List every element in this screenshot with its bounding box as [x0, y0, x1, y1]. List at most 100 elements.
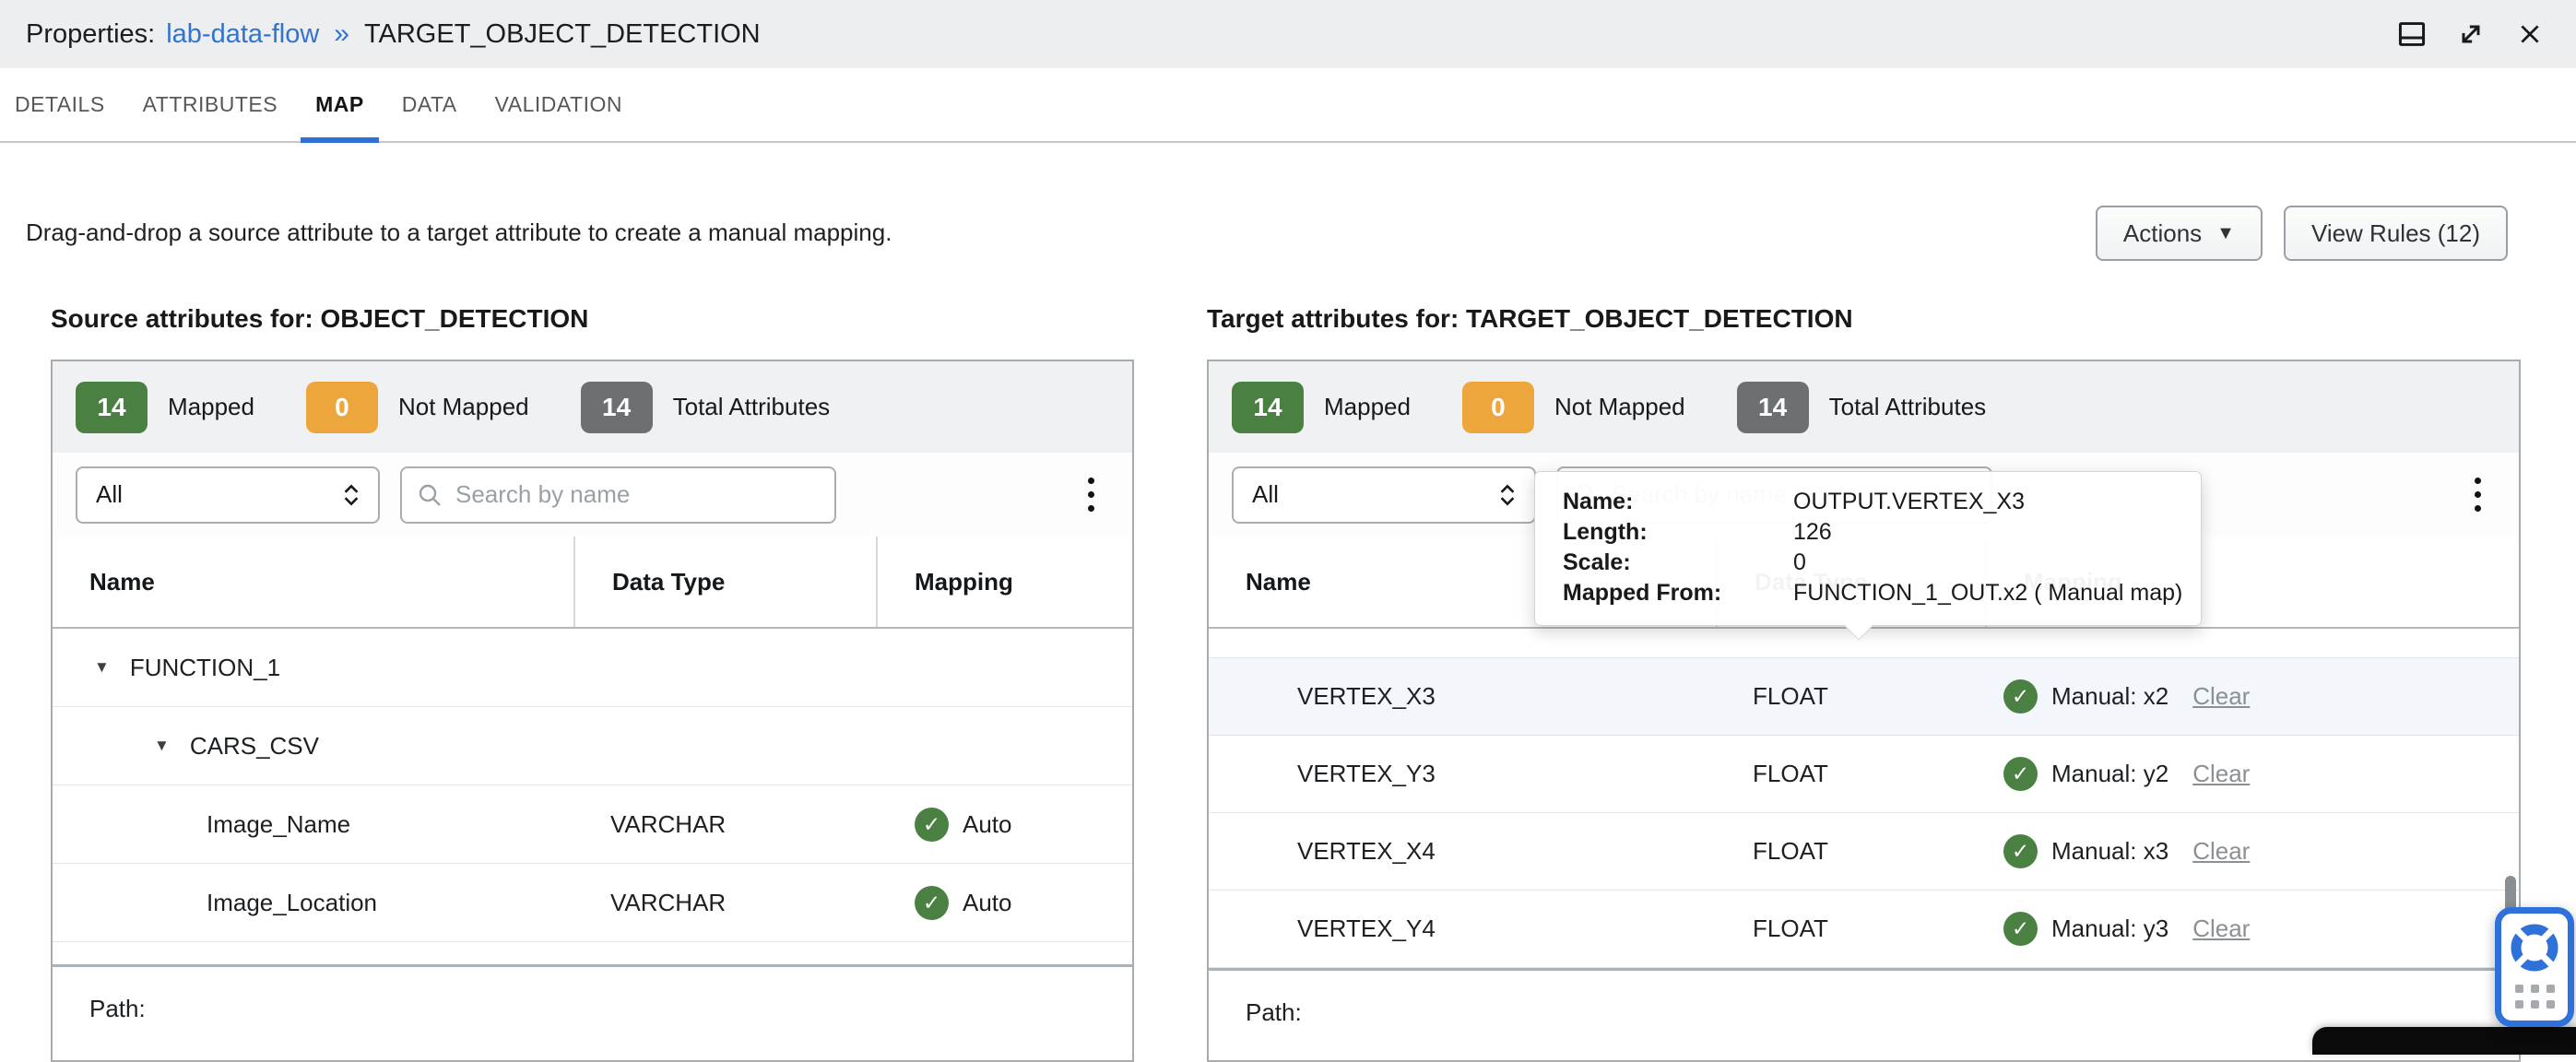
target-panel-title: Target attributes for: TARGET_OBJECT_DET…: [1207, 304, 1853, 334]
mapped-check-icon: ✓: [2003, 679, 2038, 714]
mapped-check-icon: ✓: [2003, 757, 2038, 791]
attr-data-type: VARCHAR: [575, 889, 878, 917]
source-panel-title: Source attributes for: OBJECT_DETECTION: [51, 304, 588, 334]
source-table-footer-divider: [53, 942, 1132, 967]
source-table-header: Name Data Type Mapping: [53, 537, 1132, 629]
split-panel-icon[interactable]: [2392, 14, 2432, 54]
expand-icon[interactable]: [2451, 14, 2491, 54]
select-chevrons-icon: [339, 481, 363, 509]
target-attr-row-vertex-y3[interactable]: VERTEX_Y3 FLOAT ✓ Manual: y2 Clear: [1209, 736, 2519, 813]
collapse-caret-icon[interactable]: ▼: [94, 658, 110, 677]
bottom-notification-bar: [2312, 1027, 2576, 1055]
mapped-check-icon: ✓: [915, 886, 949, 920]
attr-data-type: FLOAT: [1718, 914, 1987, 943]
target-not-mapped-label: Not Mapped: [1554, 393, 1685, 421]
source-path-label: Path:: [53, 967, 1132, 1023]
properties-header: Properties: lab-data-flow » TARGET_OBJEC…: [0, 0, 2576, 68]
tooltip-length-label: Length:: [1563, 517, 1793, 548]
source-group-row-function1[interactable]: ▼ FUNCTION_1: [53, 629, 1132, 707]
actions-button[interactable]: Actions ▼: [2096, 206, 2263, 261]
attr-data-type: FLOAT: [1718, 760, 1987, 788]
target-attr-row-vertex-x3[interactable]: VERTEX_X3 FLOAT ✓ Manual: x2 Clear: [1209, 658, 2519, 736]
select-chevrons-icon: [1495, 481, 1519, 509]
source-col-name[interactable]: Name: [53, 537, 575, 627]
target-mapped-label: Mapped: [1324, 393, 1411, 421]
breadcrumb-flow-link[interactable]: lab-data-flow: [166, 19, 319, 50]
source-filter-selected-value: All: [96, 480, 123, 509]
target-summary-bar: 14 Mapped 0 Not Mapped 14 Total Attribut…: [1209, 361, 2519, 453]
source-col-data-type[interactable]: Data Type: [575, 537, 878, 627]
attr-data-type: VARCHAR: [575, 810, 878, 839]
target-overflow-menu-icon[interactable]: [2459, 471, 2496, 519]
tab-data[interactable]: DATA: [387, 68, 472, 141]
attr-name: VERTEX_Y4: [1209, 914, 1718, 943]
view-rules-label: View Rules (12): [2311, 219, 2480, 248]
source-attr-row-image-name[interactable]: Image_Name VARCHAR ✓ Auto: [53, 785, 1132, 864]
tab-attributes[interactable]: ATTRIBUTES: [128, 68, 292, 141]
mapping-status: Manual: x2: [2051, 682, 2168, 711]
clear-mapping-link[interactable]: Clear: [2192, 760, 2250, 788]
source-col-mapping[interactable]: Mapping: [878, 537, 1132, 627]
close-icon[interactable]: [2510, 14, 2550, 54]
tab-validation[interactable]: VALIDATION: [480, 68, 637, 141]
target-attr-row-vertex-y4[interactable]: VERTEX_Y4 FLOAT ✓ Manual: y3 Clear: [1209, 891, 2519, 968]
properties-label: Properties:: [26, 19, 155, 50]
mapped-check-icon: ✓: [2003, 834, 2038, 868]
tooltip-name-label: Name:: [1563, 487, 1793, 517]
source-overflow-menu-icon[interactable]: [1072, 471, 1109, 519]
clear-mapping-link[interactable]: Clear: [2192, 682, 2250, 711]
attr-name: VERTEX_X4: [1209, 837, 1718, 866]
source-attr-row-image-location[interactable]: Image_Location VARCHAR ✓ Auto: [53, 864, 1132, 942]
source-not-mapped-badge: 0: [306, 382, 378, 433]
source-search-box: [400, 466, 836, 524]
life-ring-icon[interactable]: [2509, 922, 2560, 974]
source-group-row-cars-csv[interactable]: ▼ CARS_CSV: [53, 707, 1132, 785]
attr-data-type: FLOAT: [1718, 837, 1987, 866]
attr-name: VERTEX_X3: [1209, 682, 1718, 711]
source-filter-select[interactable]: All: [76, 466, 380, 524]
assistant-widget[interactable]: [2495, 907, 2574, 1027]
mapping-status: Manual: x3: [2051, 837, 2168, 866]
tooltip-length-value: 126: [1793, 517, 1832, 548]
actions-button-label: Actions: [2123, 219, 2202, 248]
source-filter-row: All: [53, 453, 1132, 537]
tooltip-mapped-from-label: Mapped From:: [1563, 578, 1793, 608]
view-rules-button[interactable]: View Rules (12): [2284, 206, 2508, 261]
target-attr-row-vertex-x4[interactable]: VERTEX_X4 FLOAT ✓ Manual: x3 Clear: [1209, 813, 2519, 891]
clear-mapping-link[interactable]: Clear: [2192, 914, 2250, 943]
mapping-status: Manual: y3: [2051, 914, 2168, 943]
attr-name: Image_Name: [53, 810, 575, 839]
search-icon: [417, 482, 443, 508]
clear-mapping-link[interactable]: Clear: [2192, 837, 2250, 866]
mapped-check-icon: ✓: [915, 808, 949, 842]
target-panel: 14 Mapped 0 Not Mapped 14 Total Attribut…: [1207, 360, 2521, 1062]
target-not-mapped-badge: 0: [1462, 382, 1534, 433]
tab-map[interactable]: MAP: [301, 68, 379, 141]
attribute-tooltip: Name: OUTPUT.VERTEX_X3 Length: 126 Scale…: [1534, 471, 2202, 626]
source-summary-bar: 14 Mapped 0 Not Mapped 14 Total Attribut…: [53, 361, 1132, 453]
source-total-label: Total Attributes: [673, 393, 831, 421]
target-filter-select[interactable]: All: [1232, 466, 1536, 524]
attr-name: Image_Location: [53, 889, 575, 917]
breadcrumb: Properties: lab-data-flow » TARGET_OBJEC…: [26, 18, 761, 50]
tab-details[interactable]: DETAILS: [0, 68, 120, 141]
collapse-caret-icon[interactable]: ▼: [154, 737, 170, 755]
attr-name: VERTEX_Y3: [1209, 760, 1718, 788]
tooltip-scale-value: 0: [1793, 548, 1806, 578]
group-name: FUNCTION_1: [130, 654, 280, 682]
target-total-label: Total Attributes: [1829, 393, 1987, 421]
breadcrumb-separator-icon: »: [330, 18, 353, 50]
source-mapped-label: Mapped: [168, 393, 254, 421]
source-total-badge: 14: [581, 382, 653, 433]
tooltip-scale-label: Scale:: [1563, 548, 1793, 578]
source-search-input[interactable]: [454, 479, 820, 510]
target-mapped-badge: 14: [1232, 382, 1304, 433]
mapping-status: Auto: [963, 889, 1012, 917]
tooltip-mapped-from-value: FUNCTION_1_OUT.x2 ( Manual map): [1793, 578, 2182, 608]
mapping-status: Auto: [963, 810, 1012, 839]
source-mapped-badge: 14: [76, 382, 148, 433]
source-panel: 14 Mapped 0 Not Mapped 14 Total Attribut…: [51, 360, 1134, 1062]
drag-handle-grid-icon[interactable]: [2515, 985, 2555, 1009]
attr-data-type: FLOAT: [1718, 682, 1987, 711]
actions-caret-icon: ▼: [2216, 223, 2235, 244]
